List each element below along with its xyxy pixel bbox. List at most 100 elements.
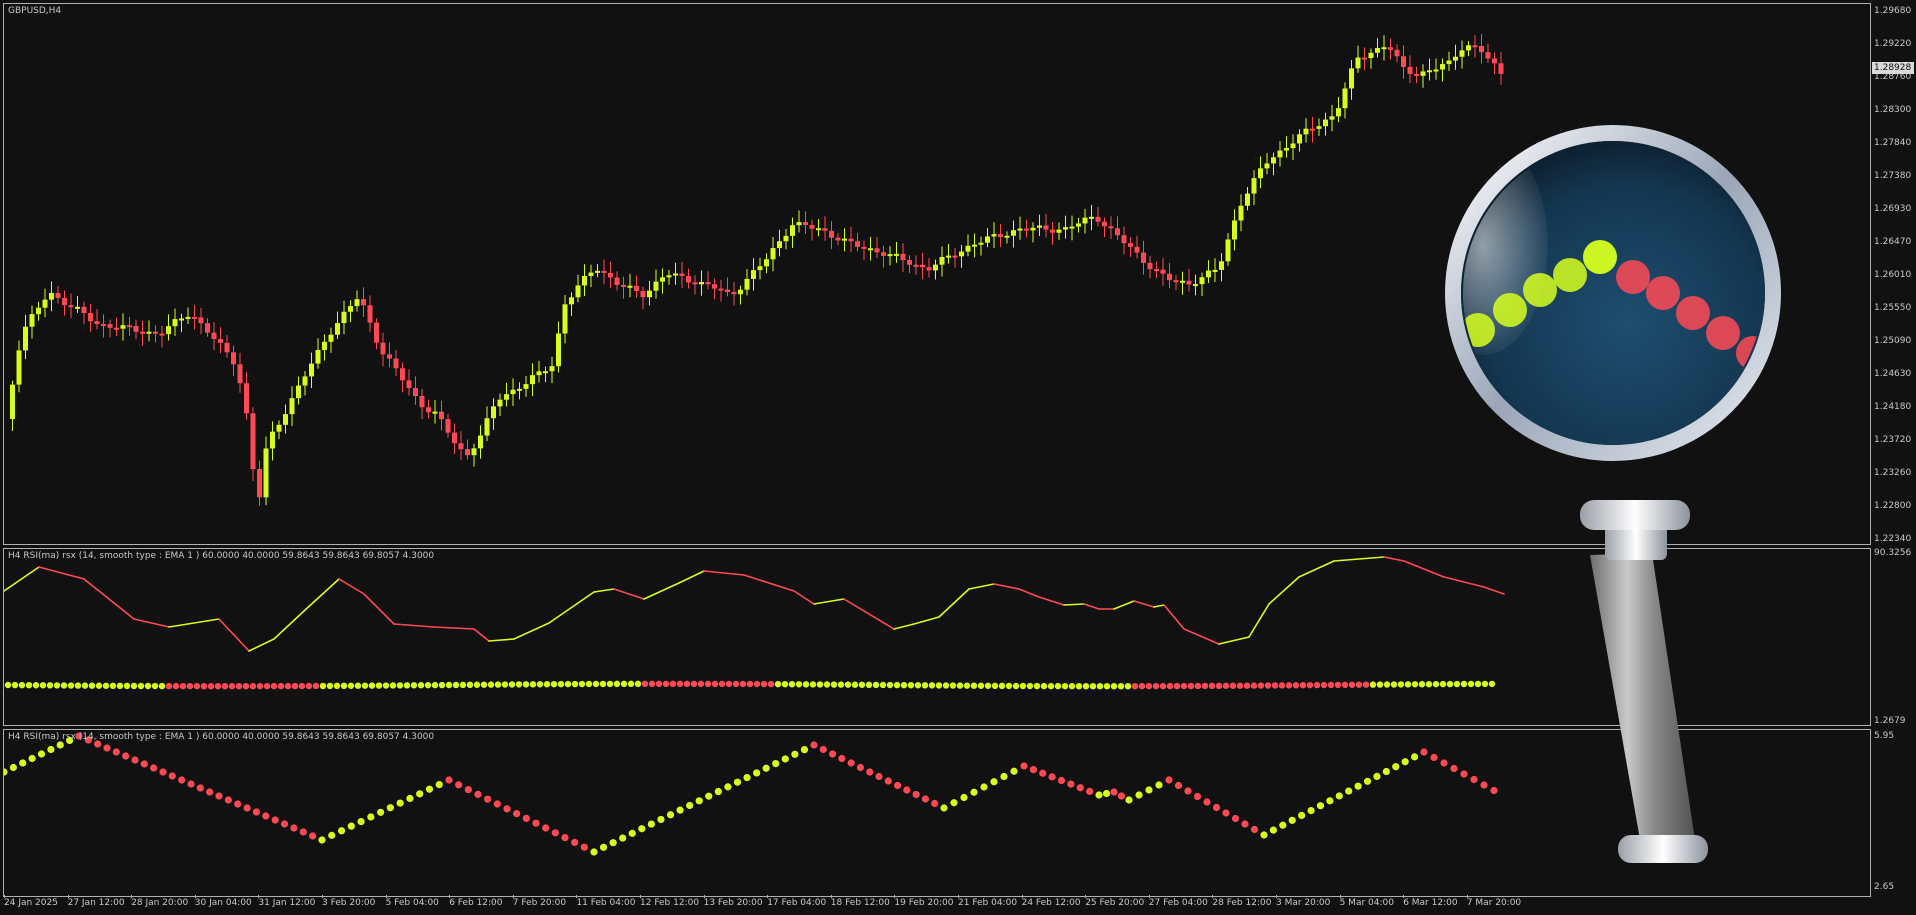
zigzag-dot [187, 780, 195, 788]
zigzag-dot [561, 834, 569, 842]
rsi-line-segment [938, 588, 970, 618]
zigzag-dot [103, 744, 111, 752]
candle-body [29, 314, 35, 327]
candle-body [1433, 69, 1439, 72]
candle-body [1381, 47, 1387, 50]
zigzag-dot [1125, 796, 1133, 804]
candle-body [133, 325, 139, 332]
rsi-line-segment [678, 570, 705, 584]
rsi-line-segment [393, 623, 435, 628]
candle-body [1258, 168, 1263, 179]
candle-body [699, 282, 704, 285]
rsi-signal-dot [130, 682, 138, 690]
candle-body [595, 270, 600, 273]
price-axis-label: 1.26470 [1874, 237, 1912, 247]
candle-body [1089, 216, 1094, 219]
rsi-signal-dot [445, 681, 453, 689]
candle-body [1446, 60, 1452, 65]
rsi-signal-dot [683, 680, 691, 688]
zigzag-dot [377, 808, 385, 816]
zigzag-dot [178, 776, 186, 784]
rsi-line-segment [473, 628, 490, 642]
zigzag-dot [159, 768, 167, 776]
candle-body [627, 285, 633, 288]
candle-body [1024, 228, 1029, 231]
rsi-signal-dot [1355, 681, 1363, 688]
candle-body [270, 431, 275, 449]
rsi-signal-dot [760, 680, 768, 688]
candle-body [1147, 262, 1153, 270]
rsi-signal-dot [1320, 681, 1328, 689]
rsi-axis-bottom: 1.2679 [1874, 716, 1906, 726]
rsi-signal-dot [942, 682, 950, 689]
candle-body [718, 288, 724, 291]
rsi-line-segment [1153, 604, 1165, 608]
time-axis-tick [576, 895, 578, 898]
candle-body [172, 319, 178, 327]
candle-body [1303, 128, 1309, 135]
candle-body [127, 325, 132, 328]
rsi-signal-dot [1173, 682, 1181, 690]
candle-body [536, 371, 542, 376]
zigzag-dot [1117, 792, 1126, 800]
time-axis-label: 13 Feb 20:00 [703, 898, 763, 908]
candle-body [1290, 143, 1296, 149]
zigzag-dot [990, 778, 998, 786]
rsi-signal-dot [655, 680, 663, 688]
time-axis-tick [1339, 895, 1341, 898]
zigzag-dot [503, 805, 511, 813]
candle-body [374, 322, 379, 343]
candle-body [1050, 229, 1055, 233]
rsi-signal-dot [389, 682, 397, 689]
candle-body [315, 349, 321, 364]
rsi-signal-dot [1012, 682, 1020, 690]
rsi-signal-dot [1292, 682, 1300, 689]
zigzag-dot [791, 750, 799, 758]
candle-body [1459, 50, 1465, 57]
rsi-signal-dot [697, 680, 705, 688]
candle-body [1232, 220, 1237, 240]
zigzag-dot [1260, 831, 1268, 839]
zigzag-dot [1095, 791, 1103, 799]
candle-body [744, 278, 750, 290]
price-axis-label: 1.26010 [1874, 270, 1912, 280]
rsi-signal-dot [921, 682, 929, 689]
candle-body [1128, 243, 1133, 247]
zigzag-dot [252, 808, 261, 816]
candle-body [1401, 56, 1406, 67]
zigzag-dot [262, 812, 270, 820]
candle-body [1498, 63, 1504, 74]
candle-body [933, 264, 938, 271]
time-axis-label: 18 Feb 12:00 [830, 898, 890, 908]
price-axis-label: 1.24180 [1874, 402, 1912, 412]
time-axis-label: 19 Feb 20:00 [894, 898, 954, 908]
zigzag-dot [762, 764, 770, 772]
candle-body [640, 291, 646, 298]
rsi-signal-dot [1110, 682, 1118, 690]
rsi-line-segment [1163, 604, 1185, 630]
rsi-signal-dot [74, 682, 82, 689]
rsi-signal-dot [1187, 682, 1195, 690]
candle-body [179, 318, 184, 321]
rsi-signal-dot [592, 680, 600, 688]
time-axis-tick [767, 895, 769, 898]
zigzag-dot [1135, 791, 1143, 799]
candle-body [101, 324, 106, 327]
rsi-signal-dot [606, 680, 614, 688]
price-axis-label: 1.27840 [1874, 138, 1912, 148]
rsi-signal-dot [1243, 682, 1251, 689]
candle-body [1004, 235, 1010, 238]
rsi-signal-dot [347, 682, 355, 689]
candle-body [465, 449, 470, 456]
time-axis-label: 27 Jan 12:00 [67, 898, 125, 908]
candle-body [120, 325, 126, 329]
rsi-line-segment [83, 578, 135, 620]
rsi-signal-dot [949, 682, 957, 689]
zigzag-dot [386, 804, 394, 812]
rsi-signal-dot [963, 682, 971, 689]
candle-body [653, 281, 659, 291]
rsi-line-segment [1218, 636, 1250, 645]
candle-body [972, 244, 977, 247]
rsi-signal-dot [368, 682, 376, 689]
candle-body [218, 338, 223, 343]
